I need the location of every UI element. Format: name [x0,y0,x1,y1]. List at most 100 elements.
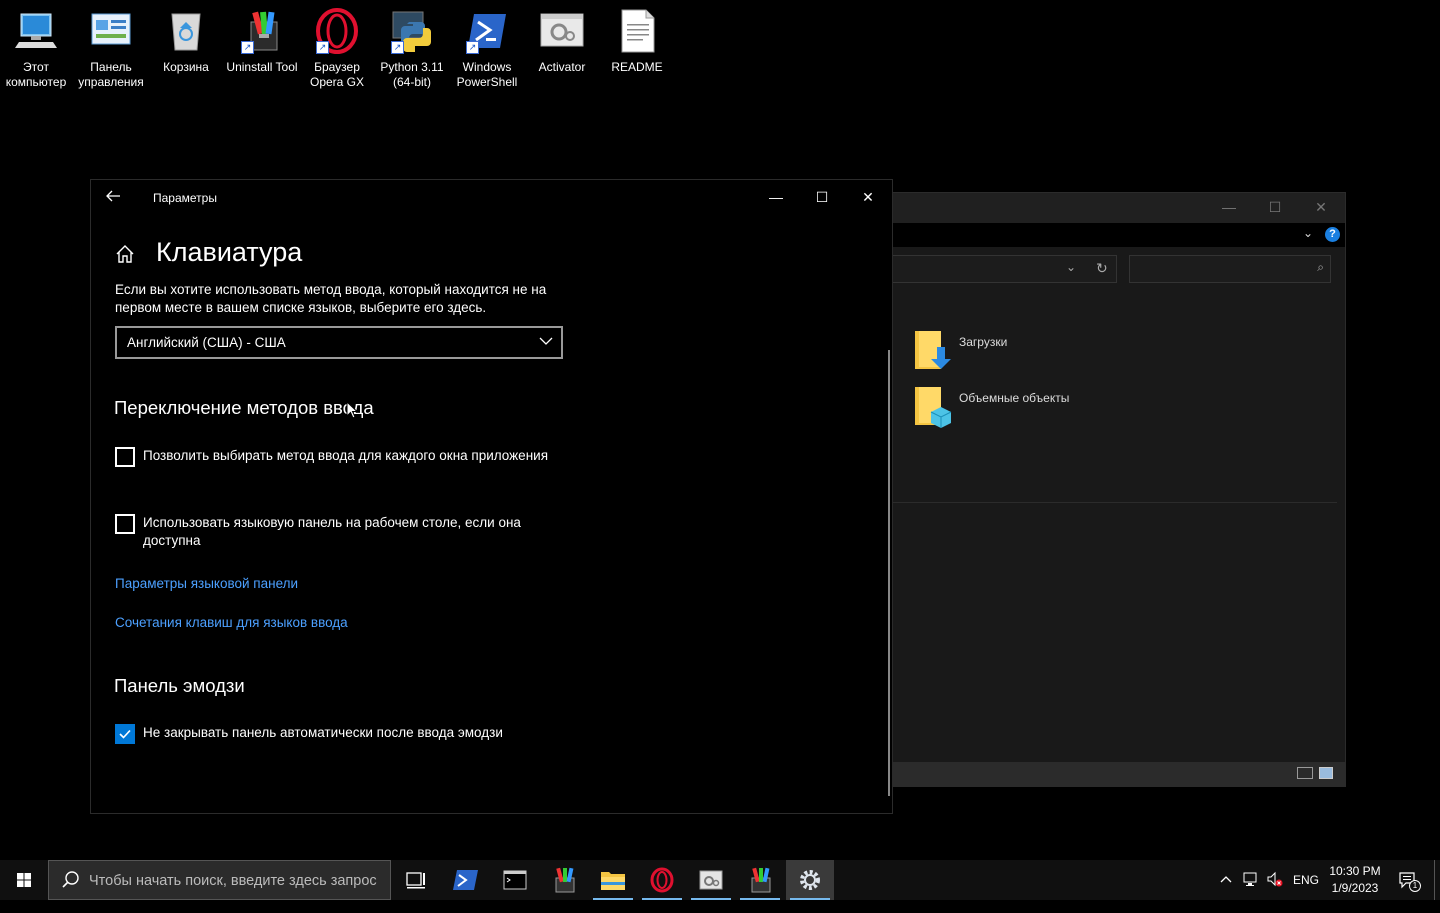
chevron-down-icon[interactable]: ⌄ [1066,260,1076,274]
checkbox-label: Не закрывать панель автоматически после … [143,725,503,740]
settings-titlebar[interactable]: Параметры — ☐ ✕ [91,180,892,216]
clock-time: 10:30 PM [1329,864,1381,878]
taskbar-app-settings[interactable] [786,860,834,900]
mouse-cursor-icon [346,401,358,419]
desktop-icon-label: Этот [23,60,49,74]
list-item[interactable]: Загрузки [913,329,1007,375]
maximize-button[interactable]: ☐ [1265,199,1285,217]
checkbox-row-per-app[interactable]: Позволить выбирать метод ввода для каждо… [115,447,575,487]
chevron-down-icon[interactable]: ⌄ [1303,226,1313,240]
chevron-up-icon [1220,876,1232,883]
details-view-icon[interactable] [1297,767,1313,779]
taskbar-search-input[interactable]: Чтобы начать поиск, введите здесь запрос [48,860,391,900]
text-document-icon [614,8,660,54]
section-heading-emoji-panel: Панель эмодзи [114,675,245,696]
checkbox-row-langbar[interactable]: Использовать языковую панель на рабочем … [115,514,575,554]
back-button[interactable] [105,188,121,209]
desktop-icon-label: Uninstall Tool [226,60,298,74]
close-button[interactable]: ✕ [856,187,880,207]
command-prompt-icon [503,870,527,890]
taskbar-app-file-explorer[interactable] [589,860,637,900]
shortcut-arrow-icon: ↗ [316,41,329,54]
3d-objects-folder-icon [913,385,952,428]
taskbar-app-opera-gx[interactable] [638,860,686,900]
desktop-icon-label: управления [78,75,144,89]
per-app-input-checkbox[interactable] [115,447,135,467]
dropdown-value: Английский (США) - США [127,335,286,350]
desktop-icon-powershell[interactable]: ↗ Windows PowerShell [451,8,523,90]
desktop-icon-label: README [611,60,663,74]
shortcut-arrow-icon: ↗ [391,41,404,54]
desktop-icon-label: (64-bit) [392,75,431,89]
input-language-indicator[interactable]: ENG [1293,873,1319,913]
search-icon: ⌕ [1317,260,1324,274]
desktop-icon-readme[interactable]: README [601,8,673,75]
desktop-icon-opera-gx[interactable]: ↗ Браузер Opera GX [301,8,373,90]
file-explorer-window[interactable]: — ☐ ✕ ⌄ ? ⌄ ↻ ⌕ Загрузки Объемные объект… [890,192,1346,787]
explorer-search-input[interactable]: ⌕ [1129,255,1331,283]
settings-window[interactable]: Параметры — ☐ ✕ Клавиатура Если вы хотит… [90,179,893,814]
network-icon[interactable] [1242,871,1260,911]
show-hidden-icons-button[interactable] [1219,872,1233,912]
desktop-icon-this-pc[interactable]: Этот компьютер [0,8,72,90]
shortcut-arrow-icon: ↗ [466,41,479,54]
start-button[interactable] [0,860,48,900]
page-title: Клавиатура [156,237,303,267]
scrollbar[interactable] [888,350,890,796]
taskbar-app-activator[interactable] [687,860,735,900]
python-icon: ↗ [389,8,435,54]
taskbar-app-terminal[interactable] [491,860,539,900]
powershell-icon: ↗ [464,8,510,54]
clock-date: 1/9/2023 [1331,881,1379,895]
desktop-icon-control-panel[interactable]: Панель управления [75,8,147,90]
volume-muted-icon[interactable] [1266,871,1284,911]
input-language-hotkeys-link[interactable]: Сочетания клавиш для языков ввода [115,615,348,630]
help-icon[interactable]: ? [1325,227,1340,242]
refresh-icon[interactable]: ↻ [1096,260,1108,277]
list-item-label: Загрузки [959,335,1008,349]
action-center-button[interactable]: 1 [1398,871,1421,911]
activator-icon [699,870,723,890]
windows-logo-icon [17,873,31,887]
checkmark-icon [119,729,131,739]
show-desktop-button[interactable] [1434,860,1440,900]
folder-icon [601,872,625,890]
taskbar-app-uninstall-tool-running[interactable] [736,860,784,900]
desktop-icon-recycle-bin[interactable]: Корзина [150,8,222,75]
desktop-icon-activator[interactable]: Activator [526,8,598,75]
search-icon [62,871,79,888]
checkbox-row-emoji[interactable]: Не закрывать панель автоматически после … [115,724,575,746]
uninstall-tool-icon [555,867,575,893]
shortcut-arrow-icon: ↗ [241,41,254,54]
desktop-icon-label: Браузер [314,60,360,74]
opera-gx-icon: ↗ [314,8,360,54]
maximize-button[interactable]: ☐ [810,187,834,207]
input-method-dropdown[interactable]: Английский (США) - США [115,326,563,359]
desktop-icon-label: Activator [538,60,586,74]
address-bar[interactable]: ⌄ ↻ [891,255,1117,283]
clock[interactable]: 10:30 PM 1/9/2023 [1322,863,1388,897]
desktop-icon-uninstall-tool[interactable]: ↗ Uninstall Tool [226,8,298,75]
explorer-titlebar[interactable]: — ☐ ✕ [891,193,1345,223]
input-method-description: Если вы хотите использовать метод ввода,… [115,282,547,315]
close-button[interactable]: ✕ [1311,199,1331,217]
taskbar-app-uninstall-tool[interactable] [540,860,588,900]
large-icons-view-icon[interactable] [1319,767,1333,779]
language-bar-checkbox[interactable] [115,514,135,534]
uninstall-tool-icon: ↗ [239,8,285,54]
keep-emoji-panel-open-checkbox[interactable] [115,724,135,744]
task-view-button[interactable] [392,860,440,900]
desktop-icon-label: компьютер [5,75,67,89]
section-heading-switch-methods: Переключение методов ввода [114,397,374,418]
desktop-icon-label: Корзина [163,60,209,74]
desktop-icon-python[interactable]: ↗ Python 3.11 (64-bit) [376,8,448,90]
home-icon[interactable] [115,244,135,264]
language-bar-options-link[interactable]: Параметры языковой панели [115,576,298,591]
window-title: Параметры [153,191,217,205]
minimize-button[interactable]: — [764,187,788,207]
list-item[interactable]: Объемные объекты [913,385,1069,431]
taskbar-app-powershell[interactable] [442,860,490,900]
desktop-icon-label: Python 3.11 [380,60,444,74]
minimize-button[interactable]: — [1219,199,1239,217]
status-bar [891,762,1345,786]
